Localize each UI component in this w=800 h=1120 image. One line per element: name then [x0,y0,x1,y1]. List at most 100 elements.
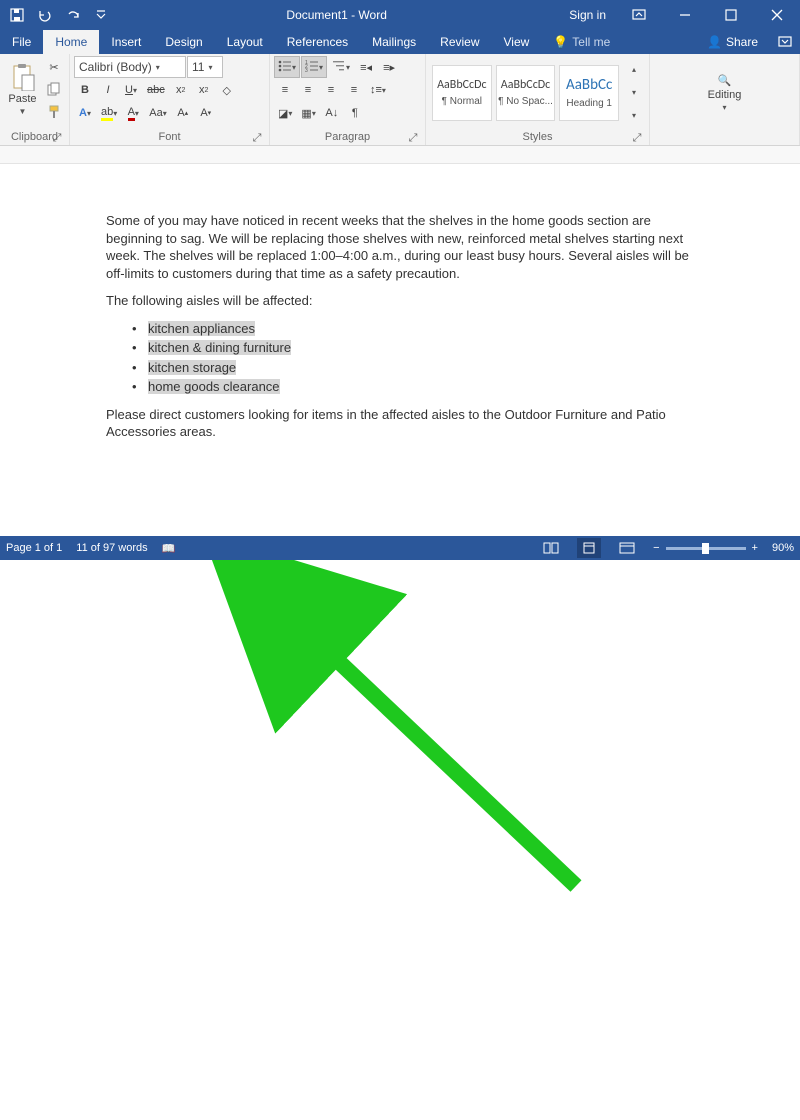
clear-formatting-button[interactable]: ◇ [216,79,238,101]
justify-button[interactable]: ≡ [343,79,365,101]
tab-design[interactable]: Design [153,30,214,54]
style-heading1[interactable]: AaBbCcHeading 1 [559,65,619,121]
pilcrow-icon: ¶ [352,107,358,119]
dialog-launcher-icon[interactable]: ⤢ [251,132,263,144]
clipboard-icon [11,63,35,91]
show-marks-button[interactable]: ¶ [344,102,366,124]
borders-icon: ▦ [301,107,311,120]
read-mode-button[interactable] [539,538,563,558]
ruler[interactable] [0,146,800,164]
tab-insert[interactable]: Insert [99,30,153,54]
quick-access-toolbar [0,1,114,29]
underline-button[interactable]: U▾ [120,79,142,101]
numbering-icon: 123 [305,60,319,75]
zoom-track[interactable] [666,547,746,550]
line-spacing-button[interactable]: ↕≡▾ [366,79,390,101]
font-color-button[interactable]: A▾ [122,102,144,124]
align-right-button[interactable]: ≡ [320,79,342,101]
tab-review[interactable]: Review [428,30,491,54]
align-center-button[interactable]: ≡ [297,79,319,101]
web-layout-button[interactable] [615,538,639,558]
multilevel-icon [332,60,346,75]
dialog-launcher-icon[interactable]: ⤢ [51,132,63,144]
font-name-combo[interactable]: Calibri (Body)▾ [74,56,186,78]
align-center-icon: ≡ [305,84,311,96]
print-layout-button[interactable] [577,538,601,558]
tab-mailings[interactable]: Mailings [360,30,428,54]
document-page[interactable]: Some of you may have noticed in recent w… [56,172,744,471]
dialog-launcher-icon[interactable]: ⤢ [407,132,419,144]
chevron-down-icon[interactable]: ▾ [156,63,160,72]
tab-layout[interactable]: Layout [215,30,275,54]
font-size-combo[interactable]: 11▾ [187,56,223,78]
paragraph[interactable]: Please direct customers looking for item… [106,406,694,441]
bold-button[interactable]: B [74,79,96,101]
zoom-level[interactable]: 90% [772,542,794,554]
chevron-down-icon: ▼ [19,107,27,116]
ribbon-display-options[interactable] [616,0,662,30]
style-no-spacing[interactable]: AaBbCcDc¶ No Spac... [496,65,556,121]
tab-view[interactable]: View [492,30,542,54]
zoom-out-button[interactable]: − [653,542,659,554]
qat-dropdown[interactable] [88,1,114,29]
group-styles: AaBbCcDc¶ Normal AaBbCcDc¶ No Spac... Aa… [426,54,650,145]
subscript-button[interactable]: x2 [170,79,192,101]
style-normal[interactable]: AaBbCcDc¶ Normal [432,65,492,121]
numbering-button[interactable]: 123▾ [301,56,327,78]
group-editing: 🔍 Editing ▾ [650,54,800,145]
page-indicator[interactable]: Page 1 of 1 [6,542,62,554]
styles-expand[interactable]: ▾ [623,105,645,127]
zoom-in-button[interactable]: + [752,542,758,554]
copy-button[interactable] [43,79,65,101]
dialog-launcher-icon[interactable]: ⤢ [631,132,643,144]
increase-indent-button[interactable]: ≡▸ [378,56,400,78]
styles-row-down[interactable]: ▾ [623,82,645,104]
grow-font-button[interactable]: A▴ [172,102,194,124]
paste-button[interactable]: Paste ▼ [4,56,41,122]
ribbon-tabs: File Home Insert Design Layout Reference… [0,30,800,54]
editing-dropdown[interactable]: 🔍 Editing ▾ [699,60,751,126]
minimize-button[interactable] [662,0,708,30]
undo-button[interactable] [32,1,58,29]
shrink-font-button[interactable]: A▾ [195,102,217,124]
sign-in-link[interactable]: Sign in [559,8,616,22]
paragraph[interactable]: Some of you may have noticed in recent w… [106,212,694,282]
maximize-button[interactable] [708,0,754,30]
redo-button[interactable] [60,1,86,29]
chevron-down-icon: ▾ [722,103,726,112]
status-bar: Page 1 of 1 11 of 97 words 📖 − + 90% [0,536,800,560]
superscript-button[interactable]: x2 [193,79,215,101]
sort-button[interactable]: A↓ [321,102,343,124]
cut-button[interactable]: ✂ [43,56,65,78]
share-button[interactable]: 👤Share [695,30,770,54]
tab-home[interactable]: Home [43,30,99,54]
ribbon: Paste ▼ ✂ Clipboard⤢ Calibri (Body)▾ 11▾… [0,54,800,146]
bullet-list[interactable]: kitchen appliances kitchen & dining furn… [132,320,694,396]
tab-references[interactable]: References [275,30,360,54]
tab-file[interactable]: File [0,30,43,54]
save-button[interactable] [4,1,30,29]
word-count[interactable]: 11 of 97 words [76,542,147,554]
bullets-button[interactable]: ▾ [274,56,300,78]
decrease-indent-button[interactable]: ≡◂ [355,56,377,78]
zoom-thumb[interactable] [702,543,709,554]
close-button[interactable] [754,0,800,30]
align-left-button[interactable]: ≡ [274,79,296,101]
proofing-icon[interactable]: 📖 [162,542,176,555]
styles-row-up[interactable]: ▴ [623,59,645,81]
highlight-button[interactable]: ab▾ [97,102,121,124]
shading-button[interactable]: ◪▾ [274,102,296,124]
paragraph[interactable]: The following aisles will be affected: [106,292,694,310]
borders-button[interactable]: ▦▾ [297,102,319,124]
text-effects-button[interactable]: A▾ [74,102,96,124]
format-painter-button[interactable] [43,102,65,124]
italic-button[interactable]: I [97,79,119,101]
chevron-down-icon[interactable]: ▾ [208,63,212,72]
strikethrough-button[interactable]: abc [143,79,169,101]
zoom-slider[interactable]: − + [653,542,758,554]
tell-me[interactable]: 💡Tell me [541,30,622,54]
multilevel-list-button[interactable]: ▾ [328,56,354,78]
outdent-icon: ≡◂ [360,61,372,74]
change-case-button[interactable]: Aa▾ [145,102,170,124]
collapse-ribbon-button[interactable] [770,30,800,54]
